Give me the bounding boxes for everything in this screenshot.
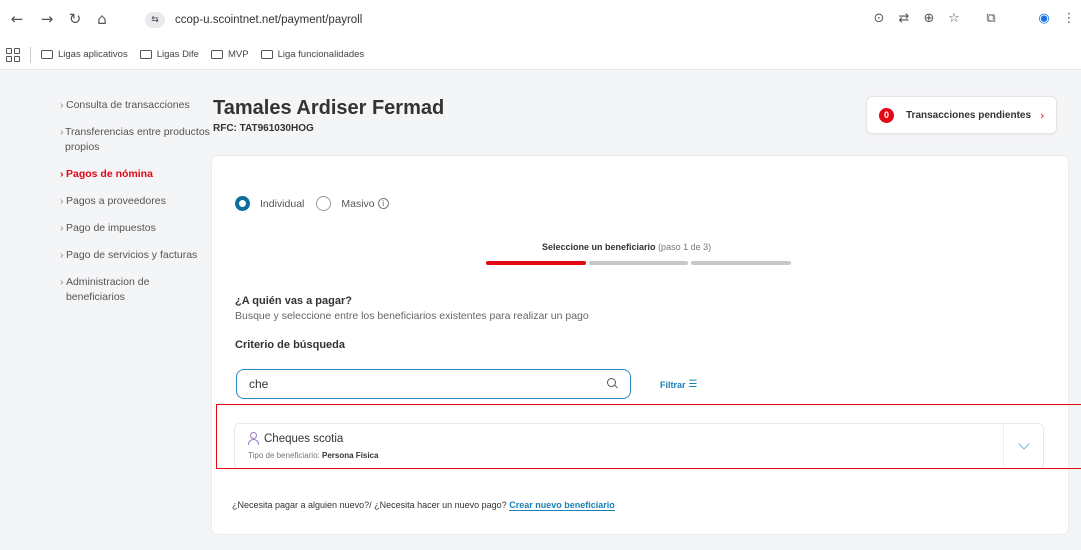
- sidebar-item-impuestos[interactable]: › Pago de impuestos: [60, 221, 210, 236]
- rfc-label: RFC: TAT961030HOG: [213, 123, 314, 134]
- beneficiary-result-item[interactable]: Cheques scotia Tipo de beneficiario: Per…: [234, 423, 1044, 469]
- bookmark-liga-funcionalidades[interactable]: Liga funcionalidades: [260, 49, 364, 60]
- progress-segment: [486, 261, 586, 265]
- beneficiary-name: Cheques scotia: [264, 433, 344, 445]
- profile-icon[interactable]: ◉: [1035, 10, 1053, 28]
- radio-individual[interactable]: [235, 196, 250, 211]
- chevron-down-icon: [1017, 438, 1030, 450]
- filter-button[interactable]: Filtrar ☰: [660, 379, 697, 390]
- progress-segment: [691, 261, 792, 265]
- folder-icon: [139, 50, 152, 59]
- sidebar-item-nomina[interactable]: › Pagos de nómina: [60, 167, 210, 182]
- bookmark-ligas-aplicativos[interactable]: Ligas aplicativos: [41, 49, 128, 60]
- search-icon[interactable]: [602, 374, 622, 394]
- beneficiary-type: Tipo de beneficiario: Persona Física: [248, 451, 379, 460]
- sidebar-item-transferencias[interactable]: › Transferencias entre productos propios: [60, 125, 210, 155]
- bookmarks-divider: [30, 46, 31, 63]
- folder-icon: [210, 50, 223, 59]
- new-beneficiary-prompt: ¿Necesita pagar a alguien nuevo?/ ¿Neces…: [232, 500, 615, 511]
- sidebar-item-beneficiarios[interactable]: › Administracion de beneficiarios: [60, 275, 210, 305]
- home-icon[interactable]: ⌂: [93, 10, 111, 28]
- url-text[interactable]: ccop-u.scointnet.net/payment/payroll: [175, 14, 362, 26]
- folder-icon: [260, 50, 273, 59]
- company-name: Tamales Ardiser Fermad: [213, 97, 445, 119]
- sidebar-item-servicios[interactable]: › Pago de servicios y facturas: [60, 248, 210, 263]
- browser-toolbar: ← → ↻ ⌂ ⇆ ccop-u.scointnet.net/payment/p…: [0, 0, 1081, 40]
- info-icon[interactable]: i: [377, 198, 389, 209]
- pending-transactions-button[interactable]: 0 Transacciones pendientes ›: [866, 96, 1057, 134]
- bookmark-mvp[interactable]: MVP: [210, 49, 249, 60]
- radio-individual-label[interactable]: Individual: [260, 198, 304, 210]
- extensions-icon[interactable]: ⧉: [982, 10, 1000, 28]
- progress-segment: [588, 261, 689, 265]
- step-progress: [486, 261, 792, 265]
- translate-icon[interactable]: ⇄: [895, 10, 913, 28]
- zoom-icon[interactable]: ⊕: [920, 10, 938, 28]
- question-heading: ¿A quién vas a pagar?: [235, 295, 352, 307]
- create-beneficiary-link[interactable]: Crear nuevo beneficiario: [509, 500, 615, 511]
- radio-masivo-label[interactable]: Masivo: [341, 198, 374, 210]
- address-bar[interactable]: ⇆ ccop-u.scointnet.net/payment/payroll: [145, 8, 885, 32]
- folder-icon: [41, 50, 53, 59]
- payment-card: Individual Masivo i Seleccione un benefi…: [211, 155, 1069, 535]
- sidebar-item-proveedores[interactable]: › Pagos a proveedores: [60, 194, 210, 209]
- site-settings-icon[interactable]: ⇆: [145, 12, 165, 28]
- step-indicator: Seleccione un beneficiario (paso 1 de 3): [542, 242, 712, 252]
- apps-icon[interactable]: [6, 47, 20, 62]
- reload-icon[interactable]: ↻: [66, 10, 84, 28]
- location-icon[interactable]: ⊙: [870, 10, 888, 28]
- search-criteria-label: Criterio de búsqueda: [235, 339, 346, 351]
- pending-count-badge: 0: [879, 107, 894, 123]
- menu-icon[interactable]: ⋮: [1060, 10, 1078, 28]
- filter-icon: ☰: [688, 379, 698, 390]
- payment-mode-group: Individual Masivo i: [235, 196, 389, 211]
- bookmarks-bar: Ligas aplicativos Ligas Dife MVP Liga fu…: [0, 40, 1081, 70]
- radio-masivo[interactable]: [316, 196, 332, 211]
- chevron-right-icon: ›: [1040, 108, 1045, 122]
- beneficiary-search-input[interactable]: che: [236, 369, 631, 399]
- person-icon: [248, 432, 259, 445]
- expand-button[interactable]: [1003, 424, 1043, 468]
- back-icon[interactable]: ←: [8, 10, 26, 28]
- bookmark-ligas-dife[interactable]: Ligas Dife: [139, 49, 199, 60]
- search-value[interactable]: che: [249, 377, 602, 391]
- star-icon[interactable]: ☆: [945, 10, 963, 28]
- forward-icon[interactable]: →: [38, 10, 56, 28]
- sidebar-item-consulta[interactable]: › Consulta de transacciones: [60, 98, 210, 113]
- pending-label: Transacciones pendientes: [906, 109, 1032, 121]
- sidebar-nav: › Consulta de transacciones › Transferenci…: [60, 98, 210, 317]
- question-description: Busque y seleccione entre los beneficiar…: [235, 310, 589, 322]
